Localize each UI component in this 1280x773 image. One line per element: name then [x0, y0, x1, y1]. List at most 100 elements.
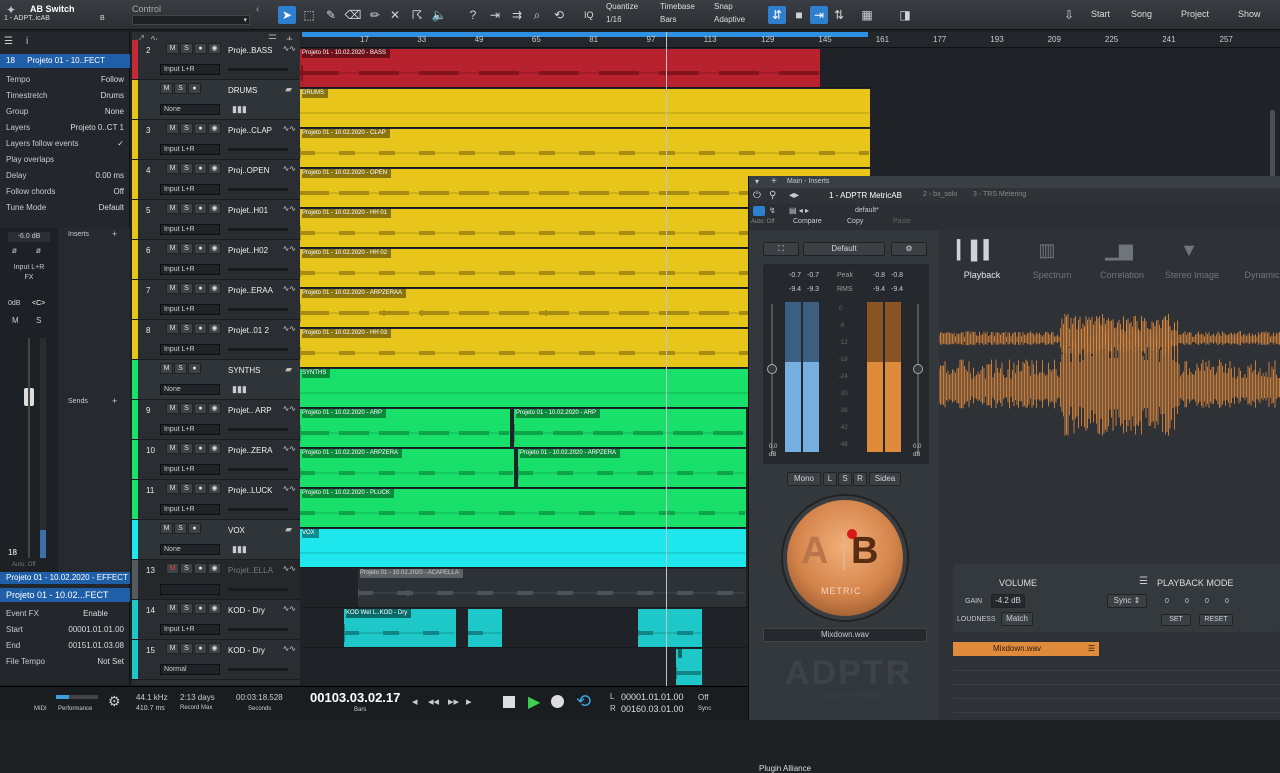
loop-range-bar[interactable] [302, 32, 868, 37]
audio-event[interactable]: Projeto 01 - 10.02.2020 - PLUCK [300, 489, 746, 527]
track-volume-slider[interactable] [228, 348, 288, 351]
track-record-button[interactable]: ● [194, 323, 207, 334]
routing-icon[interactable]: ⚲ [769, 190, 776, 201]
track-monitor-button[interactable]: ◉ [208, 643, 221, 654]
playlist-empty-slot[interactable] [953, 686, 1280, 699]
folder-track-header[interactable]: M S ● DRUMS None ▮▮▮ ▰ [132, 80, 300, 120]
track-input-select[interactable]: Input L+R [160, 264, 220, 275]
nav-start[interactable]: Start [1091, 9, 1110, 19]
inspector-row[interactable]: Tempo Follow [0, 72, 130, 88]
help-icon[interactable]: ? [464, 6, 482, 24]
event-row[interactable]: End 00151.01.03.08 [0, 638, 130, 654]
track-name[interactable]: Projet.. ARP [228, 406, 272, 415]
arrange-empty-area[interactable] [870, 48, 1280, 176]
track-solo-button[interactable]: S [180, 163, 193, 174]
playlist-empty-slot[interactable] [953, 700, 1280, 713]
inspector-row-value[interactable]: Projeto 0..CT 1 [70, 120, 124, 136]
track-mute-button[interactable]: M [166, 123, 179, 134]
track-monitor-button[interactable]: ◉ [208, 483, 221, 494]
automation-icon[interactable]: ↯ [769, 206, 776, 215]
sidechain-button[interactable]: Sidea [869, 472, 901, 486]
track-record-button[interactable]: ● [194, 243, 207, 254]
track-mute-button[interactable]: M [166, 323, 179, 334]
track-volume-slider[interactable] [228, 508, 288, 511]
follow-playhead-icon[interactable]: ⇥ [810, 6, 828, 24]
collapse-icon[interactable]: ▾ [755, 177, 759, 186]
mute-tool-icon[interactable]: ✕ [386, 6, 404, 24]
return-to-zero-icon[interactable]: ◂ [412, 695, 418, 708]
track-volume-slider[interactable] [228, 228, 288, 231]
track-mute-button[interactable]: M [166, 243, 179, 254]
track-header[interactable]: 3 M S ● ◉ Proje..CLAP Input L+R ∿∿ [132, 120, 300, 160]
side-button[interactable]: S [838, 472, 852, 486]
phase-icon[interactable]: ø [12, 246, 17, 255]
add-insert-icon[interactable]: + [771, 176, 777, 187]
track-solo-button[interactable]: S [180, 443, 193, 454]
correlation-tab-icon[interactable]: ▁▆ [1099, 240, 1139, 268]
left-trim-slider[interactable] [767, 304, 777, 454]
zoom-icon[interactable]: ⌕ [528, 6, 546, 24]
track-header[interactable]: 15 M S ● ◉ KOD - Dry Normal ∿∿ [132, 640, 300, 680]
mono-button[interactable]: Mono [787, 472, 821, 486]
track-record-button[interactable]: ● [188, 83, 201, 94]
paste-button[interactable]: Paste [893, 218, 911, 225]
track-record-button[interactable]: ● [194, 603, 207, 614]
track-input-select[interactable]: Input L+R [160, 624, 220, 635]
inspector-row-value[interactable]: ✓ [117, 136, 124, 152]
preset-icons[interactable]: ▤ ◂ ▸ [789, 206, 809, 215]
tab-stereo-image[interactable]: Stereo Image [1157, 270, 1227, 280]
channel-select-icon[interactable]: ◂▸ [789, 190, 799, 201]
nav-show[interactable]: Show [1238, 9, 1261, 19]
add-send-icon[interactable]: + [112, 396, 117, 406]
event-fx-row[interactable]: Event FX Enable [0, 606, 130, 622]
rewind-icon[interactable]: ◂◂ [428, 695, 439, 708]
audio-event[interactable]: Projeto 01 - 10.02.2020 - ACAPELLA [358, 569, 746, 607]
track-input-select[interactable]: Input L+R [160, 64, 220, 75]
channel-input[interactable]: Input L+R [8, 264, 50, 271]
track-input-select[interactable]: Input L+R [160, 344, 220, 355]
track-volume-slider[interactable] [228, 628, 288, 631]
track-volume-slider[interactable] [228, 428, 288, 431]
event-row-value[interactable]: 00001.01.01.00 [68, 622, 124, 638]
track-mute-button[interactable]: M [166, 603, 179, 614]
folder-meter-icon[interactable]: ▮▮▮ [232, 104, 247, 115]
track-name[interactable]: KOD - Dry [228, 646, 265, 655]
folder-track-header[interactable]: M S ● VOX None ▮▮▮ ▰ [132, 520, 300, 560]
track-header[interactable]: 2 M S ● ◉ Proje..BASS Input L+R ∿∿ [132, 40, 300, 80]
track-solo-button[interactable]: S [180, 563, 193, 574]
mode-value-2[interactable]: 0 [1185, 598, 1189, 605]
tab-correlation[interactable]: Correlation [1087, 270, 1157, 280]
channel-fx[interactable]: FX [8, 274, 50, 281]
track-header[interactable]: 9 M S ● ◉ Projet.. ARP Input L+R ∿∿ [132, 400, 300, 440]
track-solo-button[interactable]: S [180, 243, 193, 254]
sync-state[interactable]: Off [698, 693, 709, 702]
folder-icon[interactable]: ▰ [285, 364, 292, 375]
event-row[interactable]: Start 00001.01.01.00 [0, 622, 130, 638]
autoscroll-icon[interactable]: ■ [790, 6, 808, 24]
inspector-row-value[interactable]: Off [113, 184, 124, 200]
track-name[interactable]: VOX [228, 526, 245, 535]
plugin-settings-icon[interactable]: ⚙ [891, 242, 927, 256]
track-header[interactable]: 6 M S ● ◉ Projet..H02 Input L+R ∿∿ [132, 240, 300, 280]
track-solo-button[interactable]: S [180, 283, 193, 294]
track-monitor-button[interactable]: ◉ [208, 163, 221, 174]
track-header[interactable]: 8 M S ● ◉ Projet..01 2 Input L+R ∿∿ [132, 320, 300, 360]
track-input-select[interactable]: Input L+R [160, 464, 220, 475]
left-button[interactable]: L [823, 472, 837, 486]
track-record-button[interactable]: ● [194, 403, 207, 414]
track-solo-button[interactable]: S [174, 523, 187, 534]
stereo-image-tab-icon[interactable]: ▼ [1169, 240, 1209, 268]
inspector-row[interactable]: Layers follow events ✓ [0, 136, 130, 152]
audio-event[interactable]: Projeto 01 - 10.02.2020 - BASS [300, 49, 820, 87]
inspector-row-value[interactable]: 0.00 ms [96, 168, 124, 184]
track-input-select[interactable]: None [160, 384, 220, 395]
power-icon[interactable]: ⏻ [753, 190, 761, 201]
track-solo-button[interactable]: S [180, 483, 193, 494]
reference-preset[interactable]: Default [803, 242, 885, 256]
audio-event[interactable] [676, 649, 702, 685]
track-record-button[interactable]: ● [194, 163, 207, 174]
track-name[interactable]: Projet..ELLA [228, 566, 273, 575]
track-mute-button[interactable]: M [160, 83, 173, 94]
folder-track-header[interactable]: M S ● SYNTHS None ▮▮▮ ▰ [132, 360, 300, 400]
track-header[interactable]: 7 M S ● ◉ Proje..ERAA Input L+R ∿∿ [132, 280, 300, 320]
